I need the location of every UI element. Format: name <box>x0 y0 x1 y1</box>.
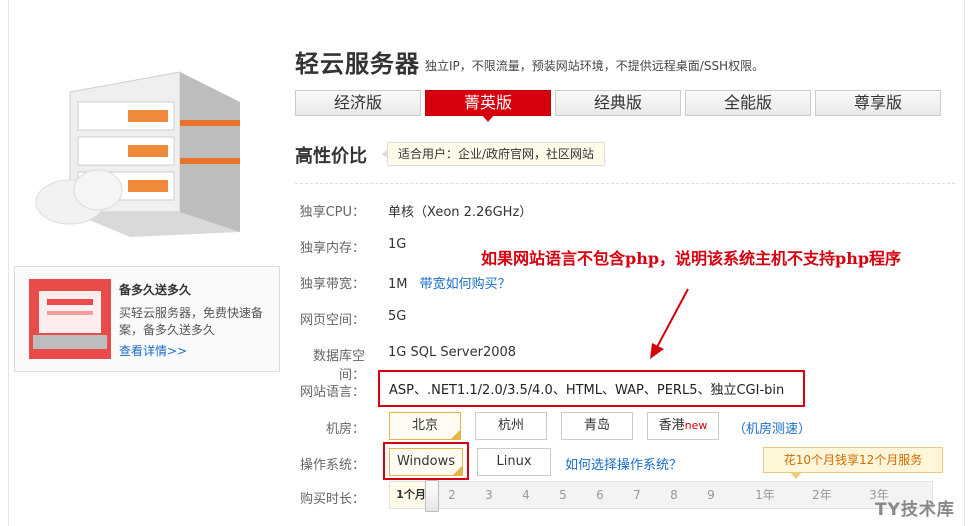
os-label: 操作系统： <box>299 458 365 473</box>
annotation-text: 如果网站语言不包含php，说明该系统主机不支持php程序 <box>481 249 902 268</box>
promo-description: 买轻云服务器，免费快速备案，备多久送多久 <box>119 306 264 337</box>
duration-tick-9[interactable]: 9 <box>701 482 721 508</box>
duration-promo-tip: 花10个月钱享12个月服务 <box>763 447 943 479</box>
tab-allround[interactable]: 全能版 <box>685 90 811 116</box>
promo-image <box>29 279 111 359</box>
duration-slider[interactable]: 1个月 2 3 4 5 6 7 8 9 1年 2年 3年 <box>389 480 933 512</box>
divider <box>295 183 955 184</box>
datacenter-speedtest-link[interactable]: （机房测速） <box>733 418 811 437</box>
duration-label: 购买时长： <box>299 492 365 507</box>
duration-tick-2y[interactable]: 2年 <box>807 482 837 508</box>
duration-tick-7[interactable]: 7 <box>627 482 647 508</box>
memory-label: 独享内存： <box>299 241 365 256</box>
tab-economy[interactable]: 经济版 <box>295 90 421 116</box>
duration-tick-8[interactable]: 8 <box>664 482 684 508</box>
cpu-value: 单核（Xeon 2.26GHz） <box>388 205 533 220</box>
duration-tick-3[interactable]: 3 <box>479 482 499 508</box>
web-space-value: 5G <box>388 309 407 324</box>
cpu-label: 独享CPU： <box>299 205 365 220</box>
promo-detail-link[interactable]: 查看详情>> <box>119 342 187 359</box>
os-windows[interactable]: Windows <box>389 448 463 476</box>
promo-title: 备多久送多久 <box>119 283 192 297</box>
datacenter-hangzhou[interactable]: 杭州 <box>475 412 547 440</box>
bandwidth-buy-link[interactable]: 带宽如何购买？ <box>420 277 511 292</box>
db-space-label: 数据库空间： <box>312 349 365 383</box>
section-title: 高性价比 <box>295 146 367 167</box>
bandwidth-amount: 1M <box>388 277 408 292</box>
datacenter-beijing[interactable]: 北京 <box>389 412 461 440</box>
new-tag: new <box>684 419 708 432</box>
promo-card[interactable]: 备多久送多久 买轻云服务器，免费快速备案，备多久送多久 查看详情>> <box>14 266 280 372</box>
language-value: ASP、.NET1.1/2.0/3.5/4.0、HTML、WAP、PERL5、独… <box>389 383 785 398</box>
slider-handle[interactable] <box>425 480 439 512</box>
bandwidth-value: 1M 带宽如何购买？ <box>388 273 511 292</box>
server-illustration-icon <box>35 71 240 237</box>
duration-tick-1y[interactable]: 1年 <box>750 482 780 508</box>
duration-tick-6[interactable]: 6 <box>590 482 610 508</box>
datacenter-label: 机房： <box>325 422 365 437</box>
duration-tick-1m[interactable]: 1个月 <box>394 482 428 508</box>
tab-premium[interactable]: 尊享版 <box>815 90 941 116</box>
duration-tick-2[interactable]: 2 <box>442 482 462 508</box>
page-title: 轻云服务器 <box>295 50 420 78</box>
datacenter-qingdao[interactable]: 青岛 <box>561 412 633 440</box>
page-subtitle: 独立IP，不限流量，预装网站环境，不提供远程桌面/SSH权限。 <box>425 59 765 73</box>
tab-classic[interactable]: 经典版 <box>555 90 681 116</box>
language-label: 网站语言： <box>299 385 365 400</box>
os-linux[interactable]: Linux <box>477 448 551 476</box>
datacenter-hongkong-label: 香港 <box>658 418 685 433</box>
arrow-icon <box>650 288 689 359</box>
tab-elite[interactable]: 菁英版 <box>425 90 551 122</box>
bandwidth-label: 独享带宽： <box>299 277 365 292</box>
db-space-value: 1G SQL Server2008 <box>388 345 517 360</box>
datacenter-hongkong[interactable]: 香港new <box>647 412 719 440</box>
duration-tick-4[interactable]: 4 <box>516 482 536 508</box>
fit-users-badge: 适合用户：企业/政府官网，社区网站 <box>381 142 606 166</box>
duration-tick-5[interactable]: 5 <box>553 482 573 508</box>
os-help-link[interactable]: 如何选择操作系统？ <box>565 454 682 473</box>
watermark: TY技术库 <box>875 500 955 520</box>
memory-value: 1G <box>388 237 407 252</box>
web-space-label: 网页空间： <box>299 313 365 328</box>
document-icon <box>33 291 107 349</box>
